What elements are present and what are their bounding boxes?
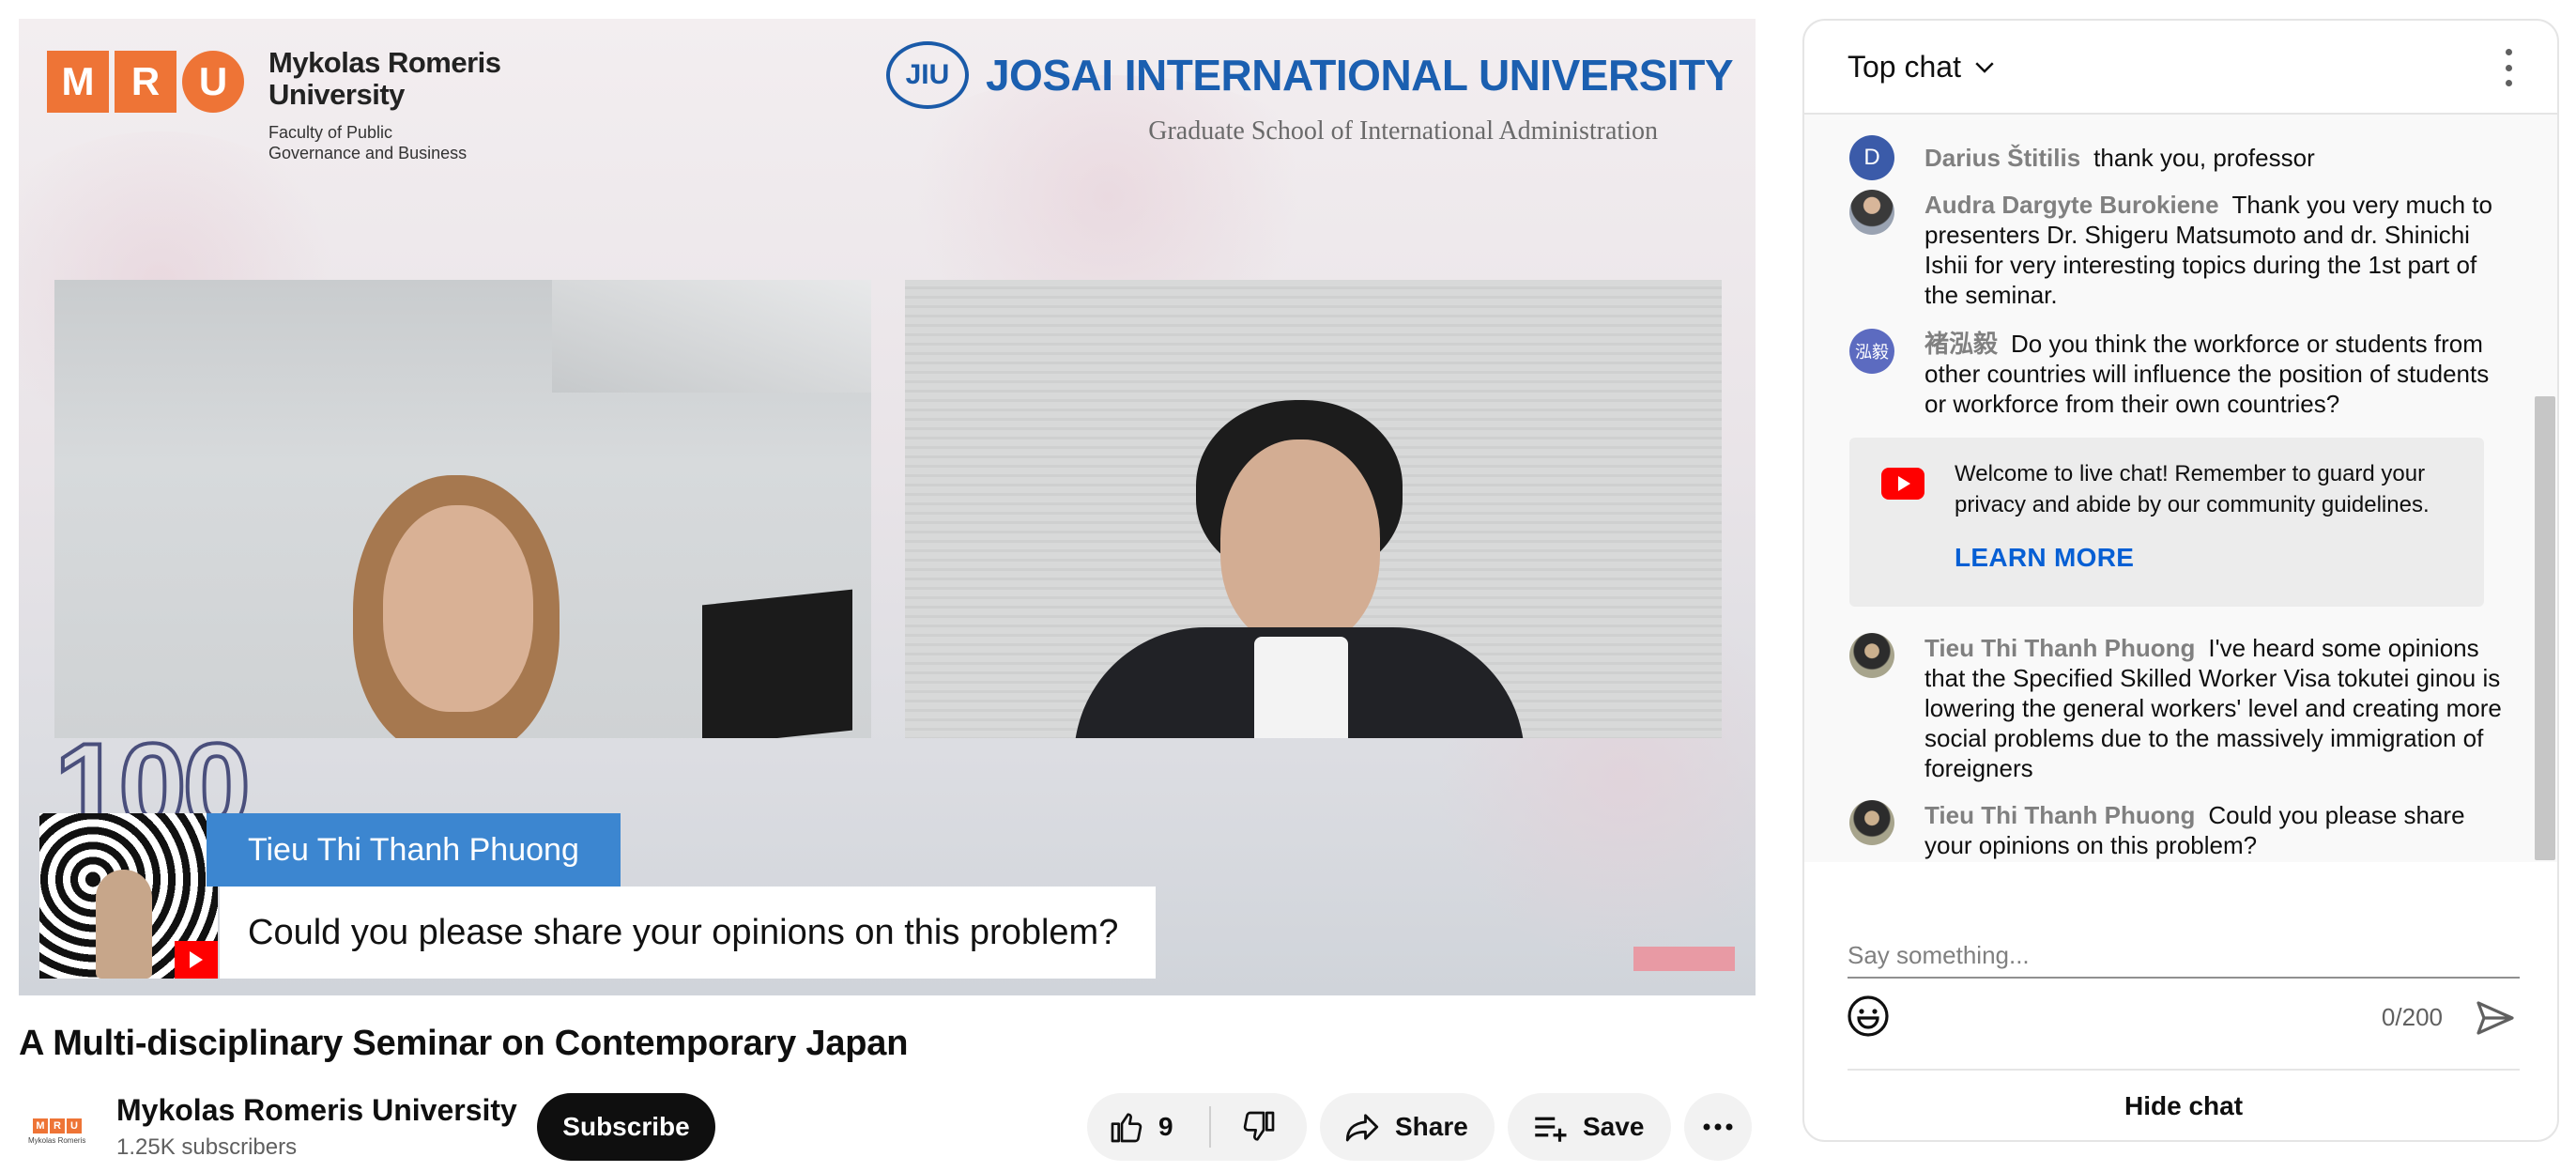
mru-logo: M R U Mykolas Romeris University Faculty… [47, 47, 501, 163]
video-title: A Multi-disciplinary Seminar on Contempo… [19, 1024, 909, 1063]
mru-name: Mykolas Romeris University [268, 47, 501, 111]
thumbs-down-icon [1243, 1111, 1275, 1141]
overlay-badge [1633, 947, 1735, 971]
author-avatar: D [1849, 135, 1894, 180]
chat-message: Tieu Thi Thanh Phuong I've heard some opi… [1849, 633, 2507, 783]
lower-third-quote: Could you please share your opinions on … [220, 887, 1157, 979]
author-name[interactable]: Audra Dargyte Burokiene [1924, 191, 2219, 219]
save-label: Save [1583, 1112, 1645, 1141]
participant-thumbnail [39, 813, 218, 979]
camera-feed-right [905, 280, 1722, 738]
learn-more-link[interactable]: LEARN MORE [1955, 543, 2134, 573]
message-text: thank you, professor [2093, 144, 2315, 172]
author-name[interactable]: Darius Štitilis [1924, 144, 2080, 172]
youtube-icon [1881, 468, 1924, 500]
mru-name-line: Mykolas Romeris [268, 46, 501, 79]
author-name[interactable]: Tieu Thi Thanh Phuong [1924, 801, 2195, 829]
character-counter: 0/200 [2381, 1003, 2443, 1031]
jiu-seal-icon: JIU [885, 41, 969, 109]
jiu-logo: JIU JOSAI INTERNATIONAL UNIVERSITY Gradu… [885, 41, 1734, 146]
video-player[interactable]: M R U Mykolas Romeris University Faculty… [19, 19, 1756, 995]
jiu-name: JOSAI INTERNATIONAL UNIVERSITY [985, 51, 1734, 100]
playlist-add-icon [1535, 1117, 1567, 1142]
thumbs-up-icon [1111, 1113, 1142, 1143]
mru-faculty-line: Governance and Business [268, 144, 468, 162]
chat-message-input[interactable] [1848, 933, 2520, 979]
live-chat-panel: Top chat D Darius Štitilis thank you, pro… [1802, 19, 2559, 1142]
like-count: 9 [1158, 1112, 1173, 1141]
lower-third-name: Tieu Thi Thanh Phuong [207, 813, 621, 887]
mru-faculty: Faculty of Public Governance and Busines… [268, 122, 501, 163]
chat-scrollbar[interactable] [2535, 396, 2555, 860]
jiu-subtitle: Graduate School of International Adminis… [1148, 116, 1658, 146]
welcome-text: Welcome to live chat! Remember to guard … [1955, 461, 2430, 517]
chat-menu-icon[interactable] [2503, 49, 2514, 86]
subscribe-button[interactable]: Subscribe [537, 1093, 715, 1161]
avatar-caption: Mykolas Romeris University [28, 1136, 86, 1145]
share-arrow-icon [1345, 1114, 1379, 1142]
avatar-letter: R [50, 1118, 65, 1133]
message-text: Do you think the workforce or students f… [1924, 330, 2490, 418]
author-avatar: 泓毅 [1849, 329, 1894, 374]
chevron-down-icon [1975, 62, 1994, 73]
subscriber-count: 1.25K subscribers [116, 1134, 298, 1160]
avatar-caption-text: Mykolas Romeris University [28, 1136, 86, 1145]
share-label: Share [1395, 1112, 1468, 1141]
chat-input-area: 0/200 [1804, 862, 2557, 1050]
monitor-shape [702, 589, 852, 738]
chat-mode-dropdown[interactable]: Top chat [1848, 50, 1999, 85]
mru-name-line: University [268, 78, 405, 111]
send-icon[interactable] [2473, 995, 2518, 1041]
chat-message: 泓毅 褚泓毅 Do you think the workforce or stud… [1849, 329, 2507, 419]
save-button[interactable]: Save [1508, 1093, 1671, 1161]
chat-mode-label: Top chat [1848, 49, 1961, 84]
chat-message-list[interactable]: D Darius Štitilis thank you, professor Au… [1804, 115, 2557, 862]
author-avatar [1849, 633, 1894, 678]
mru-faculty-line: Faculty of Public [268, 123, 393, 142]
chat-header: Top chat [1804, 21, 2557, 115]
channel-name[interactable]: Mykolas Romeris University [116, 1093, 517, 1128]
dislike-button[interactable] [1211, 1093, 1307, 1161]
welcome-banner: Welcome to live chat! Remember to guard … [1849, 438, 2484, 607]
mru-logo-letter: R [115, 51, 176, 113]
avatar-letter: M [33, 1118, 48, 1133]
chat-message: D Darius Štitilis thank you, professor [1849, 135, 2507, 180]
mru-logo-letter: U [182, 51, 244, 113]
author-name[interactable]: 褚泓毅 [1924, 330, 1998, 358]
more-actions-button[interactable] [1684, 1093, 1752, 1161]
share-button[interactable]: Share [1320, 1093, 1495, 1161]
person-face [383, 505, 533, 712]
like-dislike-group: 9 [1087, 1093, 1307, 1161]
like-button[interactable]: 9 [1087, 1093, 1209, 1161]
participant-figure [96, 870, 152, 979]
chat-message: Tieu Thi Thanh Phuong Could you please sh… [1849, 800, 2507, 860]
author-name[interactable]: Tieu Thi Thanh Phuong [1924, 634, 2195, 662]
mru-logo-letter: M [47, 51, 109, 113]
author-avatar [1849, 800, 1894, 845]
camera-feed-left [54, 280, 871, 738]
chat-message: Audra Dargyte Burokiene Thank you very mu… [1849, 190, 2507, 310]
more-horizontal-icon [1703, 1123, 1733, 1131]
ceiling-lamp [552, 280, 871, 393]
avatar-letter: U [67, 1118, 82, 1133]
youtube-icon [175, 941, 218, 979]
person-face [1220, 440, 1380, 646]
channel-avatar[interactable]: M R U Mykolas Romeris University [24, 1099, 90, 1164]
person-shirt [1254, 637, 1348, 738]
hide-chat-button[interactable]: Hide chat [1848, 1069, 2520, 1140]
emoji-icon[interactable] [1846, 994, 1891, 1039]
author-avatar [1849, 190, 1894, 235]
